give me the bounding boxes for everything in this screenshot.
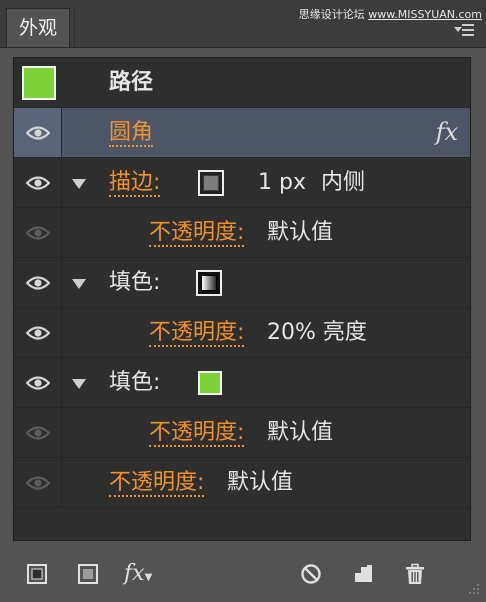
appearance-panel: 路径 圆角 fx 描边: 1 px 内侧 不透明度: 默认值 填色: 不透明度:… (13, 57, 471, 541)
panel-menu-icon[interactable] (454, 24, 474, 38)
visibility-toggle[interactable] (14, 208, 62, 257)
opacity-label[interactable]: 不透明度: (149, 408, 245, 458)
stroke-align: 内侧 (321, 170, 366, 195)
eye-icon[interactable] (26, 475, 50, 491)
stroke-weight: 1 px (258, 170, 306, 195)
stroke-label[interactable]: 描边: (109, 158, 161, 208)
stroke-swatch-icon[interactable] (198, 170, 224, 196)
eye-icon[interactable] (26, 275, 50, 291)
fill-label[interactable]: 填色: (109, 358, 160, 408)
fill-row-green[interactable]: 填色: (14, 358, 470, 408)
disclosure-triangle-icon[interactable] (72, 279, 86, 289)
opacity-label[interactable]: 不透明度: (109, 458, 205, 508)
effect-row-round-corners[interactable]: 圆角 fx (14, 108, 470, 158)
disclosure-triangle-icon[interactable] (72, 379, 86, 389)
eye-icon[interactable] (26, 175, 50, 191)
eye-icon[interactable] (26, 125, 50, 141)
clear-appearance-icon[interactable] (300, 563, 322, 585)
eye-icon[interactable] (26, 325, 50, 341)
effect-label[interactable]: 圆角 (109, 108, 154, 158)
fill-opacity-row[interactable]: 不透明度: 20% 亮度 (14, 308, 470, 358)
watermark: 思缘设计论坛 www.MISSYUAN.com (299, 6, 482, 22)
opacity-label[interactable]: 不透明度: (149, 308, 245, 358)
opacity-label[interactable]: 不透明度: (149, 208, 245, 258)
visibility-toggle[interactable] (14, 258, 62, 307)
stroke-row[interactable]: 描边: 1 px 内侧 (14, 158, 470, 208)
opacity-value: 默认值 (227, 470, 294, 495)
visibility-toggle[interactable] (14, 158, 62, 207)
visibility-toggle[interactable] (14, 358, 62, 407)
disclosure-triangle-icon[interactable] (72, 179, 86, 189)
visibility-toggle[interactable] (14, 408, 62, 457)
stroke-opacity-row[interactable]: 不透明度: 默认值 (14, 208, 470, 258)
resize-grip-icon[interactable] (466, 582, 480, 596)
chevron-down-icon: ▼ (144, 572, 153, 583)
gradient-swatch-icon[interactable] (196, 270, 222, 296)
object-header-row: 路径 (14, 58, 470, 108)
add-stroke-icon[interactable] (26, 563, 48, 585)
watermark-right: www.MISSYUAN.com (368, 8, 482, 21)
green-swatch-icon[interactable] (198, 371, 222, 395)
object-thumbnail (22, 66, 56, 100)
visibility-toggle[interactable] (14, 308, 62, 357)
visibility-toggle[interactable] (14, 108, 62, 157)
object-type-label: 路径 (109, 70, 154, 95)
panel-tab-bar: 外观 思缘设计论坛 www.MISSYUAN.com (0, 0, 486, 48)
eye-icon[interactable] (26, 425, 50, 441)
fx-menu-icon[interactable]: fx▼ (124, 563, 164, 585)
delete-item-icon[interactable] (404, 563, 426, 585)
eye-icon[interactable] (26, 375, 50, 391)
watermark-left: 思缘设计论坛 (298, 8, 369, 21)
opacity-value: 默认值 (267, 420, 334, 445)
opacity-value: 默认值 (267, 220, 334, 245)
fill-label[interactable]: 填色: (109, 258, 160, 308)
visibility-toggle[interactable] (14, 458, 62, 507)
opacity-value: 20% 亮度 (267, 320, 367, 345)
tab-divider (74, 10, 75, 46)
object-opacity-row[interactable]: 不透明度: 默认值 (14, 458, 470, 508)
tab-appearance[interactable]: 外观 (6, 8, 70, 47)
add-fill-icon[interactable] (77, 563, 99, 585)
fx-menu-label: fx (124, 561, 145, 586)
fill-opacity-row[interactable]: 不透明度: 默认值 (14, 408, 470, 458)
eye-icon[interactable] (26, 225, 50, 241)
panel-toolbar: fx▼ (0, 548, 486, 602)
fill-row-gradient[interactable]: 填色: (14, 258, 470, 308)
duplicate-item-icon[interactable] (352, 563, 374, 585)
fx-icon[interactable]: fx (436, 118, 458, 146)
